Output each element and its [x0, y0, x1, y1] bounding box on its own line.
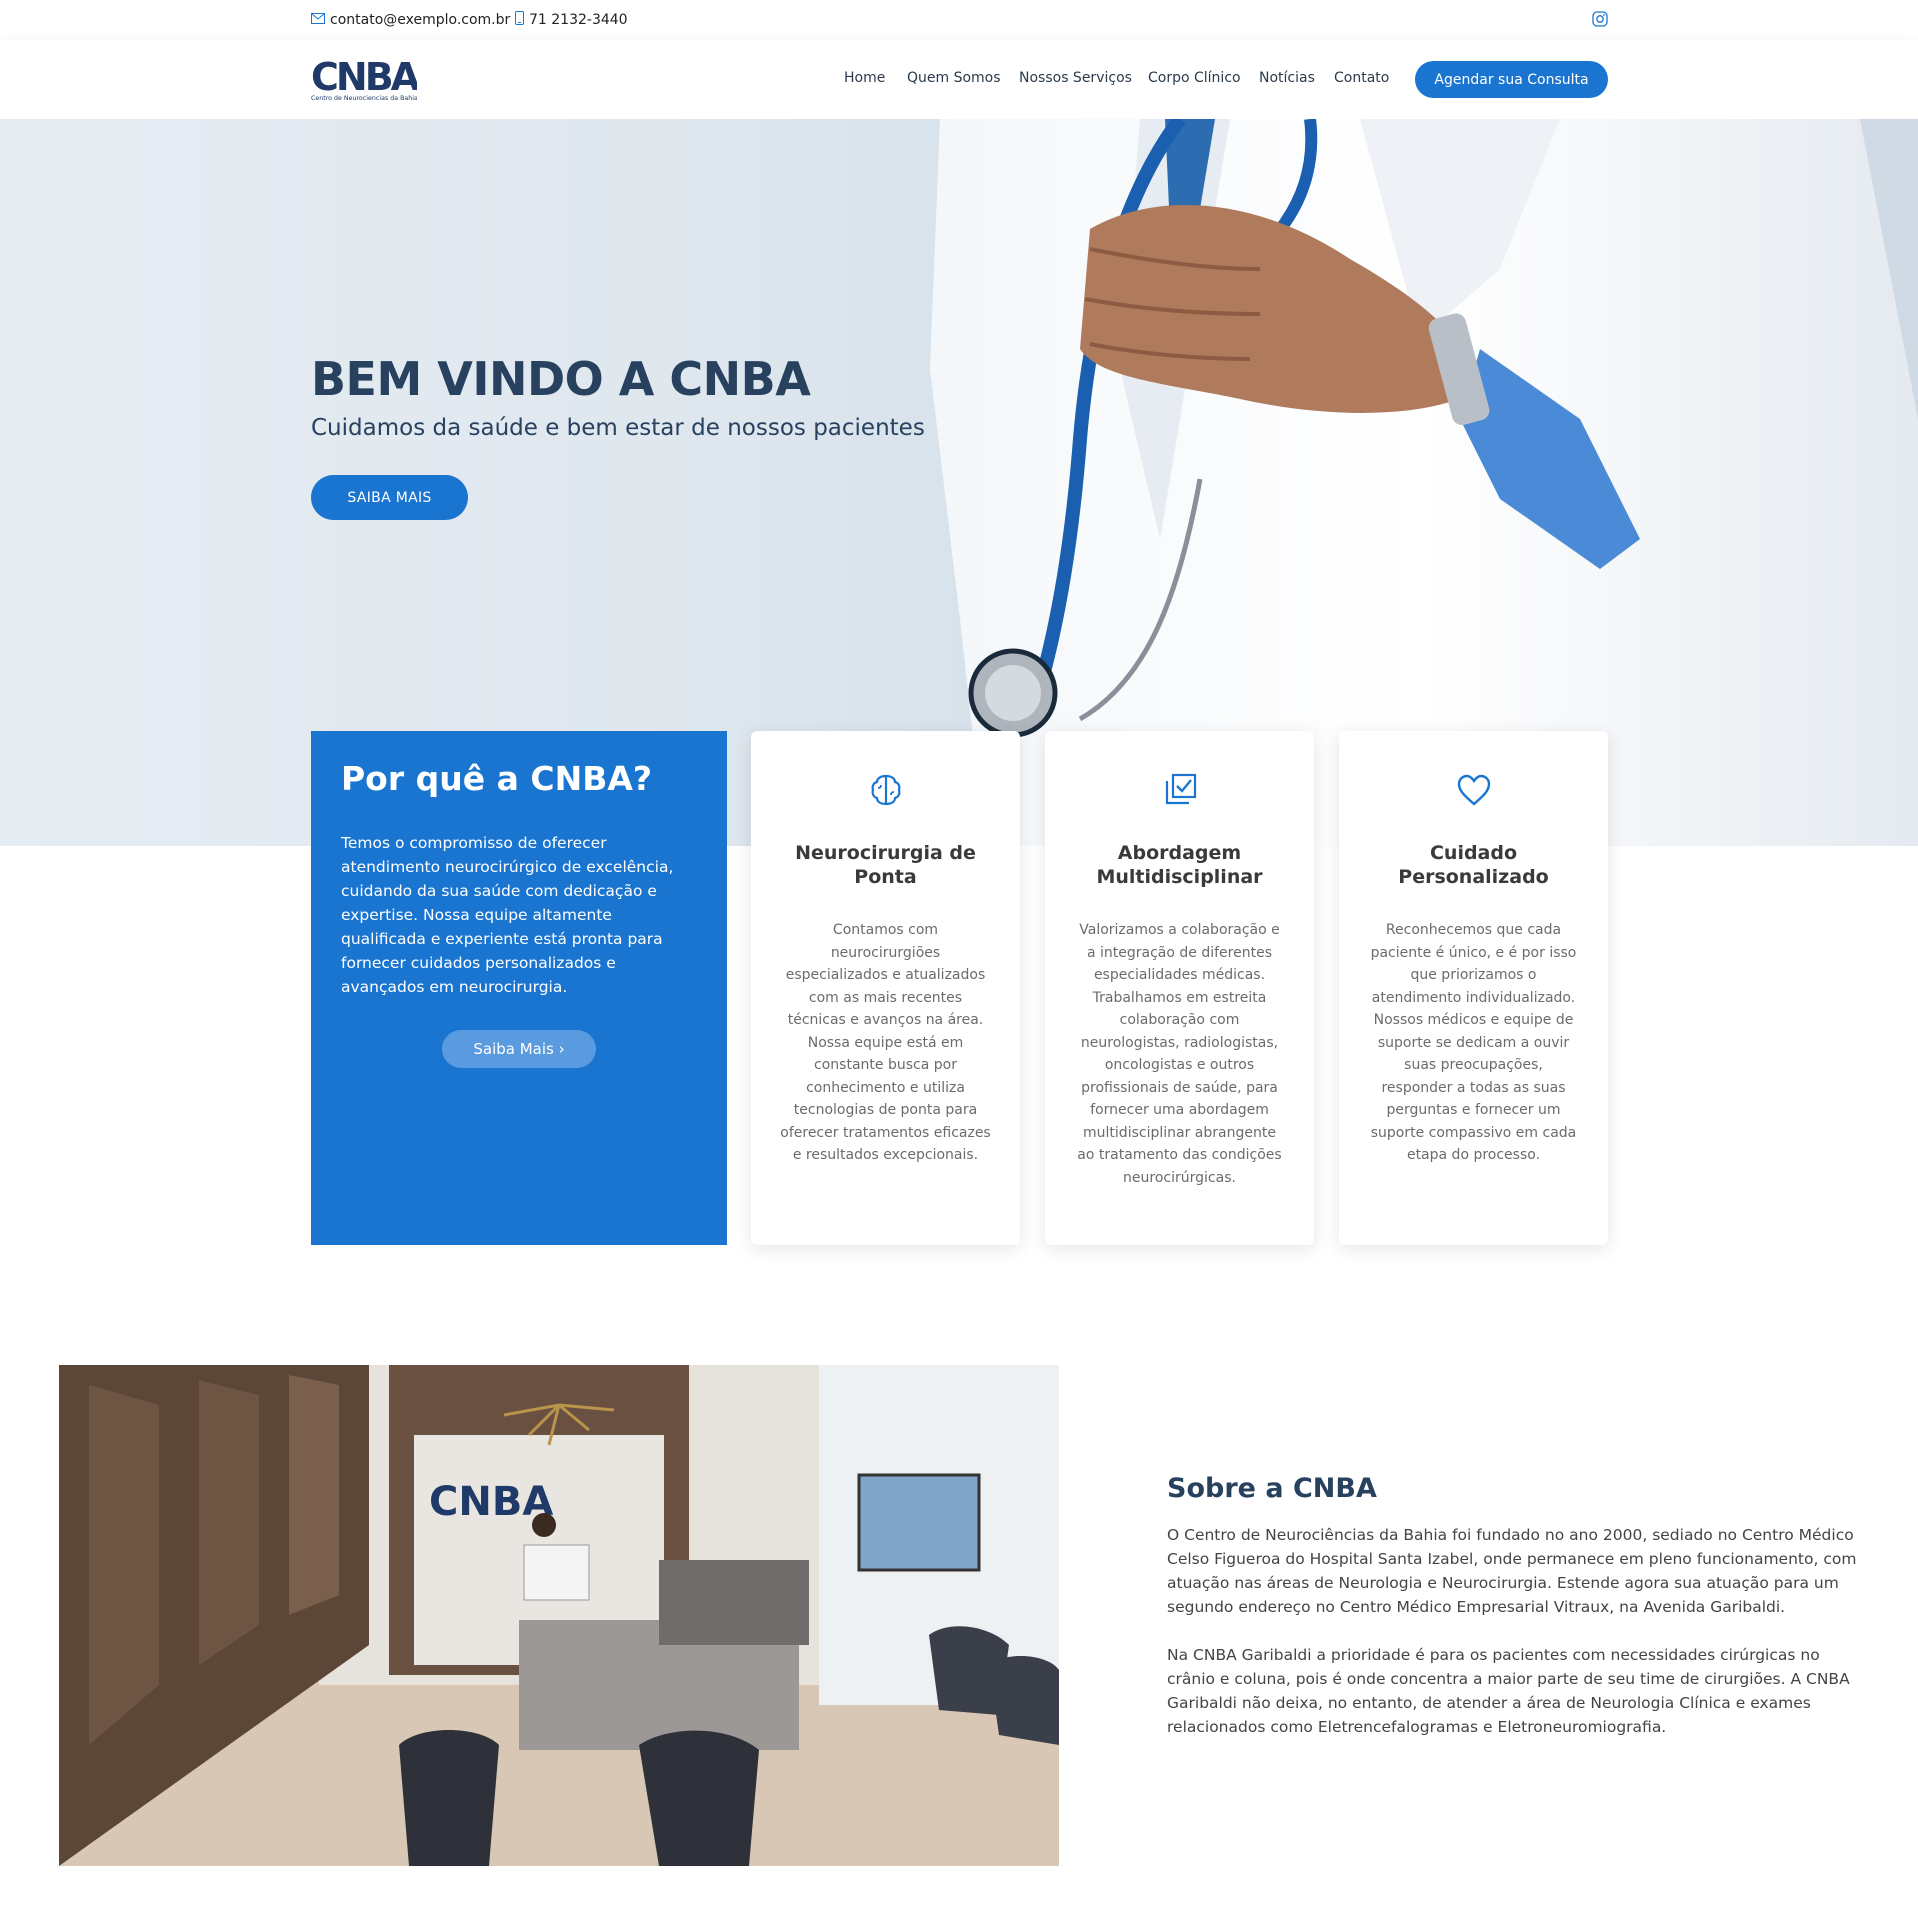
- about-paragraph-1: O Centro de Neurociências da Bahia foi f…: [1167, 1526, 1857, 1616]
- card-title: Neurocirurgia de Ponta: [795, 842, 976, 888]
- checklist-icon: [1161, 771, 1199, 809]
- feature-card-multidisciplinar: Abordagem Multidisciplinar Valorizamos a…: [1045, 731, 1314, 1245]
- nav-noticias[interactable]: Notícias: [1259, 70, 1315, 86]
- why-cnba-card: Por quê a CNBA? Temos o compromisso de o…: [311, 731, 727, 1245]
- feature-card-neurocirurgia: Neurocirurgia de Ponta Contamos com neur…: [751, 731, 1020, 1245]
- feature-card-cuidado: Cuidado Personalizado Reconhecemos que c…: [1339, 731, 1608, 1245]
- phone-text: 71 2132-3440: [529, 12, 628, 28]
- nav-contato[interactable]: Contato: [1334, 70, 1389, 86]
- card-text: Contamos com neurocirurgiões especializa…: [780, 922, 991, 1163]
- phone-icon: [515, 11, 524, 29]
- saiba-mais-button[interactable]: SAIBA MAIS: [311, 475, 468, 520]
- site-header: CNBA Centro de Neurociencias da Bahia Ho…: [0, 40, 1918, 119]
- about-paragraph-2: Na CNBA Garibaldi a prioridade é para os…: [1167, 1646, 1850, 1736]
- about-title: Sobre a CNBA: [1167, 1473, 1377, 1504]
- top-contact-bar: contato@exemplo.com.br 71 2132-3440: [0, 0, 1918, 40]
- phone-contact[interactable]: 71 2132-3440: [515, 10, 628, 30]
- card-text: Valorizamos a colaboração e a integração…: [1077, 922, 1282, 1186]
- why-text: Temos o compromisso de oferecer atendime…: [341, 834, 674, 996]
- card-title: Cuidado Personalizado: [1398, 842, 1549, 888]
- envelope-icon: [311, 12, 325, 28]
- instagram-icon[interactable]: [1592, 11, 1608, 27]
- nav-quem-somos[interactable]: Quem Somos: [907, 70, 1001, 86]
- nav-home[interactable]: Home: [844, 70, 885, 86]
- nav-nossos-servicos[interactable]: Nossos Serviços: [1019, 70, 1132, 86]
- clinic-reception-photo: CNBA: [59, 1365, 1059, 1866]
- email-contact[interactable]: contato@exemplo.com.br: [311, 10, 510, 30]
- heart-icon: [1455, 771, 1493, 809]
- email-text: contato@exemplo.com.br: [330, 12, 511, 28]
- brain-icon: [867, 771, 905, 809]
- agendar-consulta-button[interactable]: Agendar sua Consulta: [1415, 61, 1608, 98]
- svg-text:CNBA: CNBA: [311, 58, 417, 99]
- cnba-logo[interactable]: CNBA Centro de Neurociencias da Bahia: [311, 58, 417, 102]
- hero-subtitle: Cuidamos da saúde e bem estar de nossos …: [311, 415, 925, 441]
- card-text: Reconhecemos que cada paciente é único, …: [1370, 922, 1577, 1163]
- why-saiba-mais-button[interactable]: Saiba Mais ›: [442, 1030, 596, 1068]
- card-title: Abordagem Multidisciplinar: [1096, 842, 1263, 888]
- svg-text:Centro de Neurociencias da Bah: Centro de Neurociencias da Bahia: [311, 95, 417, 102]
- why-title: Por quê a CNBA?: [341, 759, 653, 798]
- nav-corpo-clinico[interactable]: Corpo Clínico: [1148, 70, 1241, 86]
- hero-title: BEM VINDO A CNBA: [311, 352, 811, 406]
